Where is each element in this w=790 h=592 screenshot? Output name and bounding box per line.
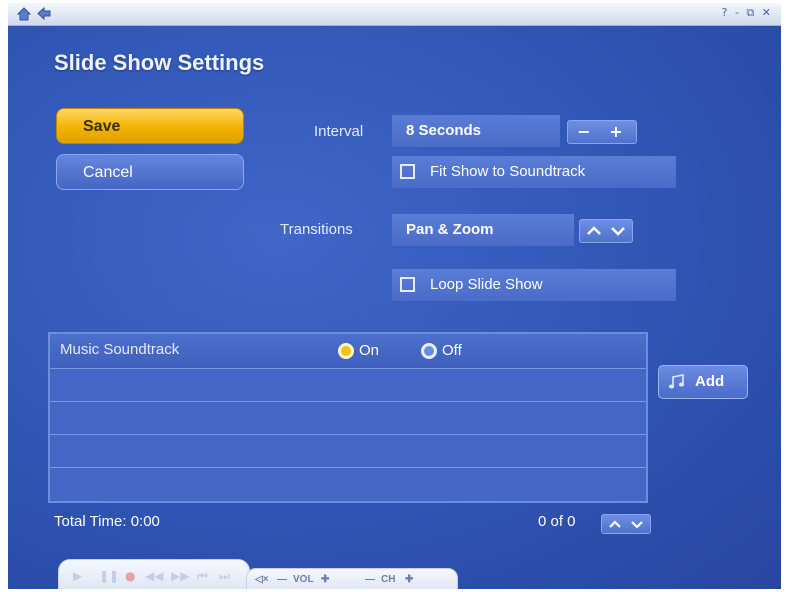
interval-plus-button[interactable]: + [600,121,632,143]
volume-down-button[interactable]: — [277,569,287,589]
skip-back-icon[interactable]: ⏮ [197,569,208,584]
volume-up-button[interactable]: ✚ [321,569,329,589]
ch-label: CH [381,574,396,585]
music-header: Music Soundtrack On Off [50,334,646,368]
add-label: Add [695,373,725,390]
total-time: Total Time: 0:00 [54,513,160,530]
loop-show-checkbox[interactable]: Loop Slide Show [392,269,676,301]
top-bar: ? - ⧉ ✕ [8,3,781,26]
transport-bar: ▶ ❚❚ ● ◀◀ ▶▶ ⏮ ⏭ [58,559,250,589]
play-icon[interactable]: ▶ [73,569,82,583]
loop-show-label: Loop Slide Show [430,276,543,293]
down-arrow-icon[interactable] [610,226,626,236]
page-title: Slide Show Settings [54,50,265,75]
channel-down-button[interactable]: — [365,569,375,589]
app-window: ? - ⧉ ✕ Slide Show Settings Save Cancel … [8,3,781,589]
radio-on[interactable] [338,343,354,359]
pause-icon[interactable]: ❚❚ [99,569,119,583]
mute-icon[interactable]: ◁× [255,569,269,589]
down-arrow-icon[interactable] [630,520,644,529]
rewind-icon[interactable]: ◀◀ [145,569,163,583]
volume-bar: ◁× — VOL ✚ — CH ✚ [246,568,458,589]
window-controls[interactable]: ? - ⧉ ✕ [722,6,773,20]
music-soundtrack-panel: Music Soundtrack On Off [48,332,648,503]
interval-minus-button[interactable]: − [568,121,600,143]
music-soundtrack-label: Music Soundtrack [60,341,180,358]
skip-forward-icon[interactable]: ⏭ [219,569,230,584]
transitions-value: Pan & Zoom [392,214,574,246]
add-music-button[interactable]: Add [658,365,748,399]
fit-show-label: Fit Show to Soundtrack [430,163,586,180]
list-item[interactable] [50,401,646,435]
record-icon[interactable]: ● [125,569,135,583]
radio-on-label[interactable]: On [359,342,379,359]
list-item[interactable] [50,434,646,468]
channel-up-button[interactable]: ✚ [405,569,413,589]
save-button[interactable]: Save [56,108,244,144]
music-note-icon [668,374,685,389]
cancel-button[interactable]: Cancel [56,154,244,190]
transitions-stepper [579,219,633,243]
item-count: 0 of 0 [538,513,576,530]
interval-label: Interval [314,123,364,140]
radio-off[interactable] [421,343,437,359]
home-icon[interactable] [16,6,32,21]
fast-forward-icon[interactable]: ▶▶ [171,569,189,583]
list-item[interactable] [50,467,646,502]
list-item[interactable] [50,368,646,402]
back-icon[interactable] [36,6,52,21]
checkbox-box [400,277,415,292]
vol-label: VOL [293,574,314,585]
interval-value: 8 Seconds [392,115,560,147]
radio-off-label[interactable]: Off [442,342,462,359]
interval-stepper: − + [567,120,637,144]
checkbox-box [400,164,415,179]
up-arrow-icon[interactable] [586,226,602,236]
up-arrow-icon[interactable] [608,520,622,529]
fit-show-checkbox[interactable]: Fit Show to Soundtrack [392,156,676,188]
transitions-label: Transitions [280,221,353,238]
list-pager [601,514,651,534]
